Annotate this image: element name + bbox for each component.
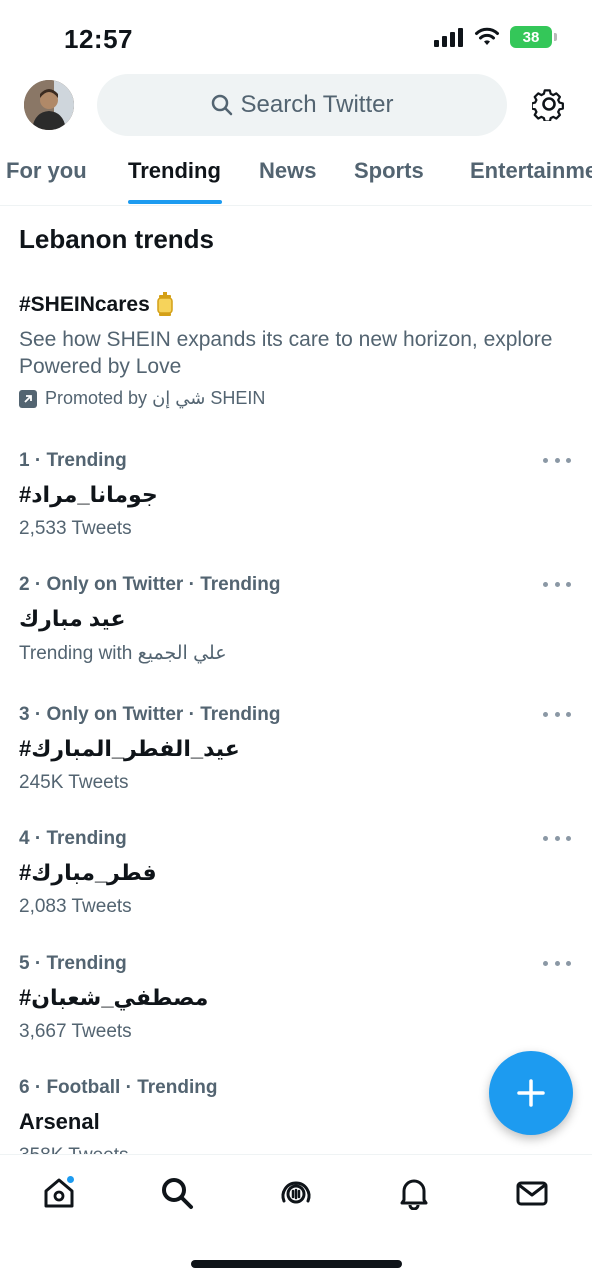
status-time: 12:57 bbox=[64, 24, 133, 54]
trend-count: 2,533 Tweets bbox=[19, 518, 132, 539]
nav-search[interactable] bbox=[157, 1173, 197, 1213]
trend-item[interactable]: 3 · Only on Twitter · Trending #عيد_الفط… bbox=[19, 704, 579, 814]
tab-for-you[interactable]: For you bbox=[6, 158, 87, 184]
settings-button[interactable] bbox=[530, 87, 566, 123]
search-placeholder: Search Twitter bbox=[240, 91, 394, 118]
more-options-icon[interactable] bbox=[543, 704, 571, 724]
tab-sports[interactable]: Sports bbox=[354, 158, 424, 184]
trend-name: #فطر_مبارك bbox=[19, 860, 157, 885]
wifi-icon bbox=[475, 27, 499, 45]
trend-name: #جومانا_مراد bbox=[19, 482, 158, 507]
promoted-trend[interactable]: #SHEINcares See how SHEIN expands its ca… bbox=[19, 292, 559, 409]
avatar[interactable] bbox=[24, 80, 74, 130]
more-options-icon[interactable] bbox=[543, 450, 571, 470]
spaces-icon bbox=[281, 1181, 311, 1204]
promoted-description: See how SHEIN expands its care to new ho… bbox=[19, 328, 553, 378]
cellular-signal-icon bbox=[434, 28, 463, 47]
search-icon bbox=[211, 94, 232, 116]
trend-count: 2,083 Tweets bbox=[19, 896, 132, 917]
trend-item[interactable]: 1 · Trending #جومانا_مراد 2,533 Tweets bbox=[19, 450, 579, 560]
promoted-by-label: Promoted by شي إن SHEIN bbox=[45, 388, 266, 408]
battery-indicator: 38 bbox=[510, 26, 557, 48]
gear-icon bbox=[530, 89, 564, 123]
status-bar: 12:57 38 bbox=[0, 0, 592, 78]
trend-meta: 3 · Only on Twitter · Trending bbox=[19, 704, 281, 725]
nav-messages[interactable] bbox=[512, 1173, 552, 1213]
trend-meta: 1 · Trending bbox=[19, 450, 127, 471]
more-options-icon[interactable] bbox=[543, 828, 571, 848]
messages-icon bbox=[516, 1181, 548, 1206]
notification-dot bbox=[66, 1175, 75, 1184]
trend-count: 3,667 Tweets bbox=[19, 1021, 132, 1042]
trend-count: Trending with علي الجميع bbox=[19, 643, 227, 664]
more-options-icon[interactable] bbox=[543, 574, 571, 594]
promoted-by-row: Promoted by شي إن SHEIN bbox=[19, 388, 559, 409]
trend-meta: 2 · Only on Twitter · Trending bbox=[19, 574, 281, 595]
status-icons: 38 bbox=[434, 26, 557, 48]
notifications-icon bbox=[400, 1179, 428, 1210]
nav-notifications[interactable] bbox=[394, 1173, 434, 1213]
promoted-title-row: #SHEINcares bbox=[19, 292, 559, 318]
tab-entertainment[interactable]: Entertainment bbox=[470, 158, 592, 184]
home-indicator bbox=[191, 1260, 402, 1268]
lantern-icon bbox=[157, 292, 173, 316]
trend-name: عيد مبارك bbox=[19, 606, 126, 631]
header: Search Twitter bbox=[0, 74, 592, 136]
trend-item[interactable]: 4 · Trending #فطر_مبارك 2,083 Tweets bbox=[19, 828, 579, 938]
active-tab-indicator bbox=[128, 200, 222, 204]
promoted-icon bbox=[19, 389, 37, 408]
nav-home[interactable] bbox=[39, 1173, 79, 1213]
avatar-image bbox=[24, 80, 74, 130]
trend-item[interactable]: 2 · Only on Twitter · Trending عيد مبارك… bbox=[19, 574, 579, 684]
search-input[interactable]: Search Twitter bbox=[97, 74, 507, 136]
trend-count: 245K Tweets bbox=[19, 772, 129, 793]
trend-meta: 4 · Trending bbox=[19, 828, 127, 849]
plus-icon bbox=[517, 1079, 545, 1107]
search-icon bbox=[162, 1178, 193, 1209]
trend-name: #عيد_الفطر_المبارك bbox=[19, 736, 240, 761]
battery-level: 38 bbox=[522, 28, 540, 46]
tab-trending[interactable]: Trending bbox=[128, 158, 221, 184]
trend-item[interactable]: 5 · Trending #مصطفي_شعبان 3,667 Tweets bbox=[19, 953, 579, 1063]
nav-spaces[interactable] bbox=[276, 1173, 316, 1213]
section-title: Lebanon trends bbox=[19, 224, 215, 254]
compose-tweet-button[interactable] bbox=[489, 1051, 573, 1135]
trend-meta: 5 · Trending bbox=[19, 953, 127, 974]
promoted-title: #SHEINcares bbox=[19, 293, 150, 316]
more-options-icon[interactable] bbox=[543, 953, 571, 973]
tab-news[interactable]: News bbox=[259, 158, 316, 184]
trend-name: #مصطفي_شعبان bbox=[19, 985, 209, 1010]
explore-tabs: For you Trending News Sports Entertainme… bbox=[0, 150, 592, 206]
